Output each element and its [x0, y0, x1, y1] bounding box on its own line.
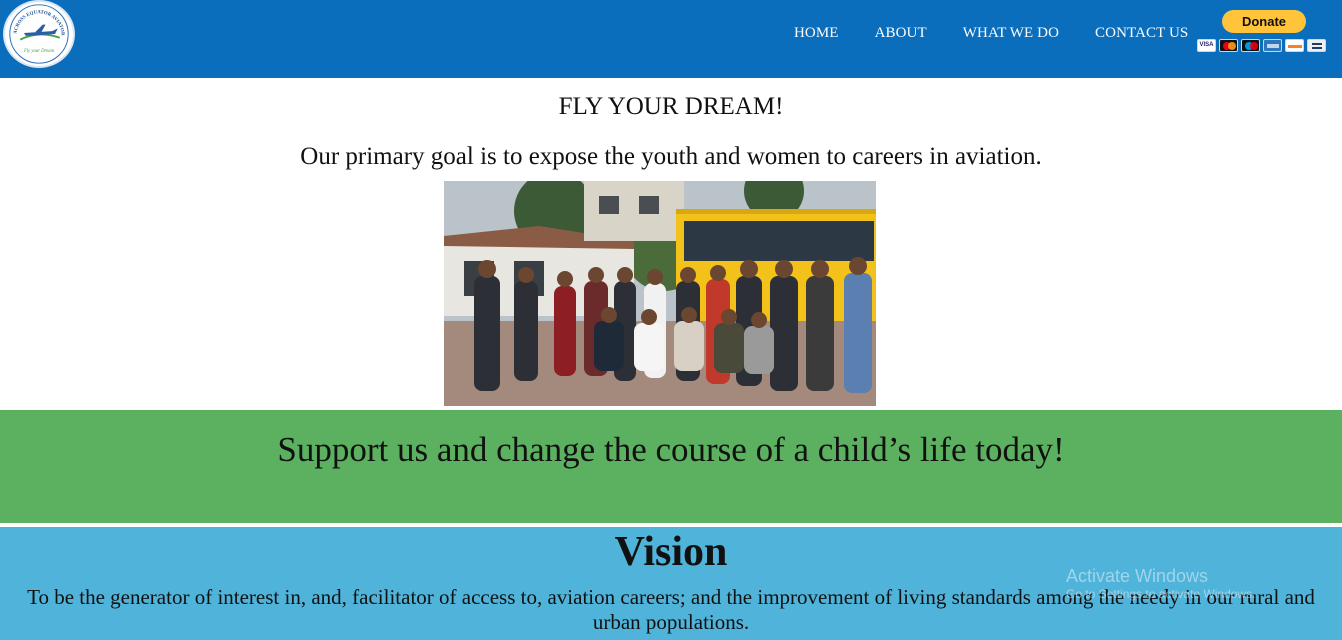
visa-card-icon	[1197, 39, 1216, 52]
watermark-subtitle: Go to Settings to activate Windows.	[1066, 587, 1256, 601]
logo-tagline: Fly your Dream	[23, 49, 55, 54]
hero-goal-text: Our primary goal is to expose the youth …	[300, 143, 1042, 170]
bank-card-icon	[1307, 39, 1326, 52]
amex-card-icon	[1263, 39, 1282, 52]
mastercard-icon	[1219, 39, 1238, 52]
hero-title: FLY YOUR DREAM!	[558, 93, 784, 120]
nav-home[interactable]: HOME	[794, 25, 839, 42]
watermark-title: Activate Windows	[1066, 566, 1209, 586]
paypal-donate: Donate	[1196, 10, 1332, 54]
group-photo-image	[444, 181, 876, 406]
support-text: Support us and change the course of a ch…	[277, 430, 1065, 469]
airplane-logo-icon: ACROSS EQUATOR AVIATORS LIMITED Fly your…	[5, 2, 69, 64]
nav-about[interactable]: ABOUT	[875, 25, 927, 42]
nav-contact-us[interactable]: CONTACT US	[1095, 25, 1188, 42]
site-logo[interactable]: ACROSS EQUATOR AVIATORS LIMITED Fly your…	[3, 0, 75, 68]
main-nav: HOME ABOUT WHAT WE DO CONTACT US	[794, 25, 1188, 42]
site-header: ACROSS EQUATOR AVIATORS LIMITED Fly your…	[0, 0, 1342, 78]
group-photo	[444, 181, 876, 406]
donate-button[interactable]: Donate	[1222, 10, 1306, 33]
discover-card-icon	[1285, 39, 1304, 52]
activate-windows-watermark: Activate Windows Go to Settings to activ…	[1066, 566, 1342, 602]
payment-cards	[1197, 39, 1326, 52]
nav-what-we-do[interactable]: WHAT WE DO	[963, 25, 1059, 42]
maestro-card-icon	[1241, 39, 1260, 52]
